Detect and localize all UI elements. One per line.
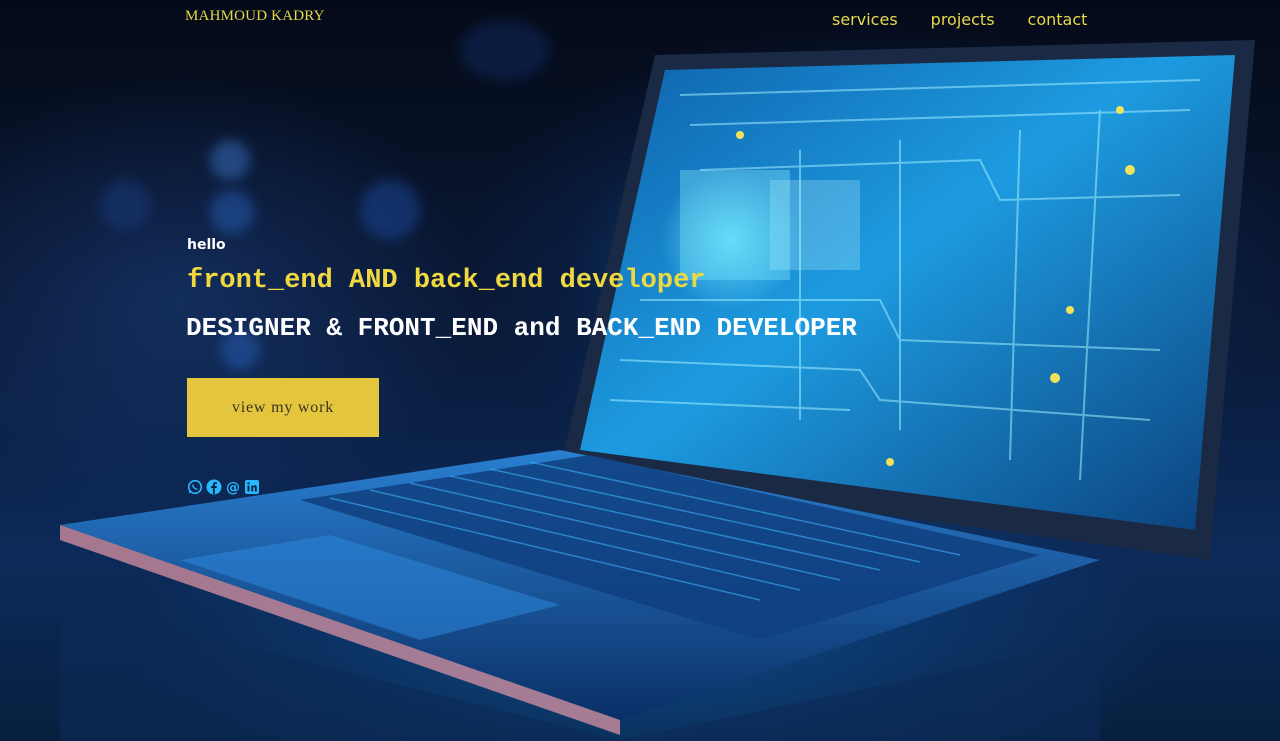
email-link[interactable]: @	[225, 479, 241, 495]
hero-headline: front_end AND back_end developer	[187, 266, 706, 296]
brand-name: MAHMOUD KADRY	[185, 8, 325, 24]
hero-subheadline: DESIGNER & FRONT_END and BACK_END DEVELO…	[186, 313, 857, 343]
facebook-link[interactable]	[206, 479, 222, 495]
hero-greeting: hello	[187, 237, 226, 253]
laptop-illustration	[60, 40, 1255, 741]
nav-link-services[interactable]: services	[832, 10, 898, 29]
linkedin-icon	[245, 480, 259, 494]
whatsapp-icon	[187, 479, 203, 495]
social-links: @	[187, 479, 260, 495]
facebook-icon	[206, 479, 222, 495]
svg-text:@: @	[226, 480, 240, 495]
view-my-work-button[interactable]: view my work	[187, 378, 379, 437]
email-icon: @	[226, 480, 240, 495]
nav-link-contact[interactable]: contact	[1028, 10, 1088, 29]
main-nav: services projects contact	[832, 10, 1087, 29]
whatsapp-link[interactable]	[187, 479, 203, 495]
page: MAHMOUD KADRY services projects contact …	[0, 0, 1280, 741]
linkedin-link[interactable]	[244, 479, 260, 495]
nav-link-projects[interactable]: projects	[931, 10, 995, 29]
